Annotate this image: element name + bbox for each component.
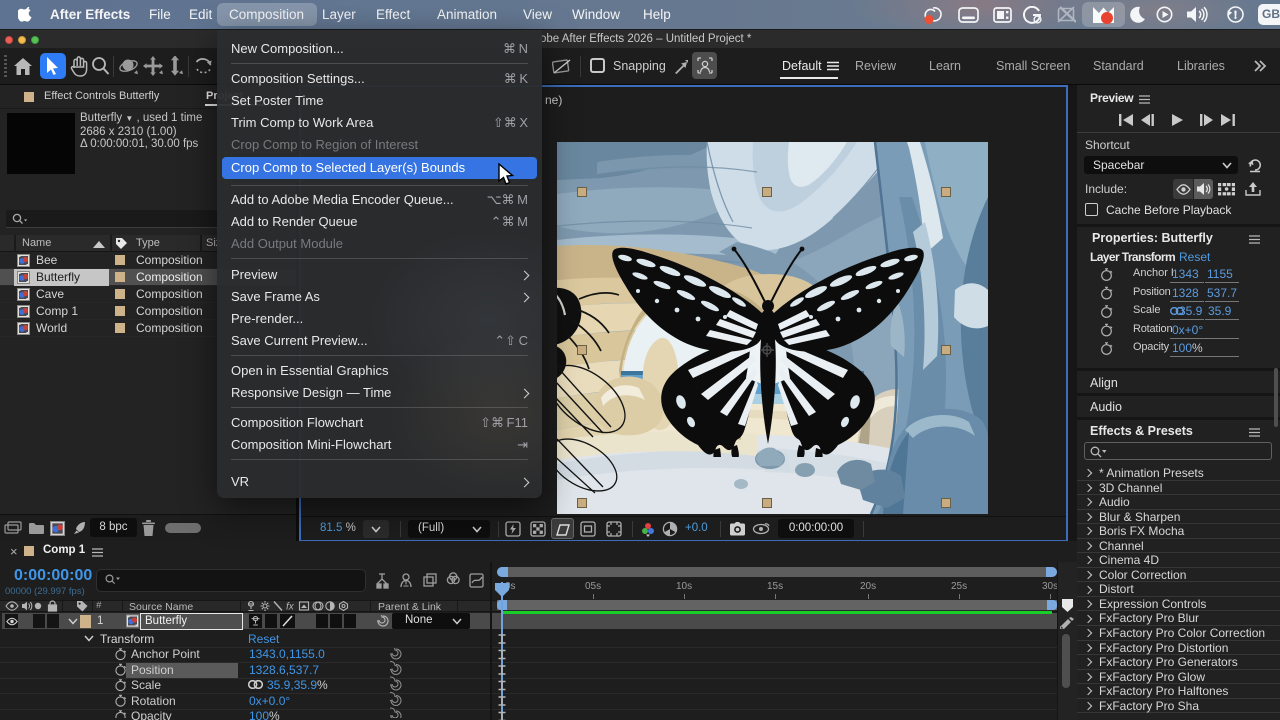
svg-text:fx: fx [286, 602, 295, 613]
